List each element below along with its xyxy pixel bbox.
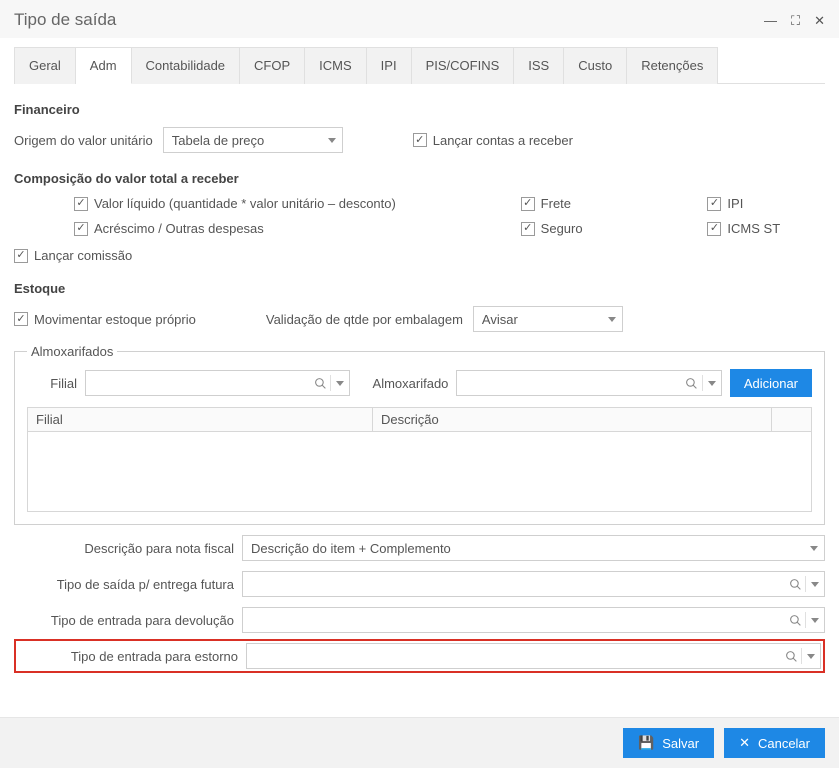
chk-ipi[interactable]: IPI (707, 196, 825, 211)
almox-legend: Almoxarifados (27, 344, 117, 359)
footer: 💾 Salvar ✕ Cancelar (0, 717, 839, 768)
chk-label: Acréscimo / Outras despesas (94, 221, 264, 236)
th-actions (772, 408, 812, 432)
chk-label: Valor líquido (quantidade * valor unitár… (94, 196, 396, 211)
add-button[interactable]: Adicionar (730, 369, 812, 397)
chk-label: Movimentar estoque próprio (34, 312, 196, 327)
titlebar: Tipo de saída — ⛶ ✕ (0, 0, 839, 38)
tab-iss[interactable]: ISS (514, 47, 564, 84)
chk-valor-liquido[interactable]: Valor líquido (quantidade * valor unitár… (74, 196, 441, 211)
chk-label: Lançar comissão (34, 248, 132, 263)
th-descricao[interactable]: Descrição (372, 408, 771, 432)
almox-label: Almoxarifado (358, 376, 448, 391)
valid-embalagem-value: Avisar (482, 312, 518, 327)
check-icon (74, 222, 88, 236)
filial-label: Filial (27, 376, 77, 391)
save-icon: 💾 (638, 735, 654, 751)
almox-table: Filial Descrição (27, 407, 812, 432)
tab-ipi[interactable]: IPI (367, 47, 412, 84)
valid-embalagem-select[interactable]: Avisar (473, 306, 623, 332)
chk-acrescimo[interactable]: Acréscimo / Outras despesas (74, 221, 441, 236)
chk-movimentar-estoque[interactable]: Movimentar estoque próprio (14, 312, 196, 327)
almox-input[interactable] (457, 371, 681, 395)
check-icon (14, 312, 28, 326)
check-icon (14, 249, 28, 263)
chk-frete[interactable]: Frete (521, 196, 628, 211)
cancel-label: Cancelar (758, 736, 810, 751)
entrada-estorno-input[interactable] (247, 644, 781, 668)
chevron-down-icon[interactable] (802, 654, 820, 659)
lancar-contas-checkbox[interactable]: Lançar contas a receber (413, 133, 573, 148)
tab-contabilidade[interactable]: Contabilidade (132, 47, 241, 84)
tab-pis-cofins[interactable]: PIS/COFINS (412, 47, 515, 84)
origem-value: Tabela de preço (172, 133, 265, 148)
check-icon (413, 133, 427, 147)
saida-futura-label: Tipo de saída p/ entrega futura (14, 577, 234, 592)
entrada-devolucao-label: Tipo de entrada para devolução (14, 613, 234, 628)
chk-label: IPI (727, 196, 743, 211)
chevron-down-icon[interactable] (703, 381, 721, 386)
lancar-contas-label: Lançar contas a receber (433, 133, 573, 148)
th-filial[interactable]: Filial (28, 408, 373, 432)
tab-icms[interactable]: ICMS (305, 47, 367, 84)
entrada-estorno-combo[interactable] (246, 643, 821, 669)
desc-nf-select[interactable]: Descrição do item + Complemento (242, 535, 825, 561)
section-financeiro: Financeiro (14, 102, 825, 117)
chk-label: ICMS ST (727, 221, 780, 236)
chevron-down-icon[interactable] (806, 582, 824, 587)
check-icon (707, 222, 721, 236)
check-icon (707, 197, 721, 211)
chevron-down-icon (608, 317, 616, 322)
desc-nf-value: Descrição do item + Complemento (251, 541, 451, 556)
saida-futura-input[interactable] (243, 572, 785, 596)
entrada-devolucao-combo[interactable] (242, 607, 825, 633)
close-icon: ✕ (739, 735, 750, 751)
save-label: Salvar (662, 736, 699, 751)
desc-nf-label: Descrição para nota fiscal (14, 541, 234, 556)
entrada-devolucao-input[interactable] (243, 608, 785, 632)
cancel-button[interactable]: ✕ Cancelar (724, 728, 825, 758)
search-icon[interactable] (682, 377, 702, 390)
maximize-icon[interactable]: ⛶ (791, 14, 800, 27)
chk-label: Seguro (541, 221, 583, 236)
search-icon[interactable] (785, 614, 805, 627)
chk-label: Frete (541, 196, 571, 211)
filial-input[interactable] (86, 371, 310, 395)
tab-custo[interactable]: Custo (564, 47, 627, 84)
minimize-icon[interactable]: — (764, 14, 777, 27)
table-body-empty (27, 432, 812, 512)
chk-seguro[interactable]: Seguro (521, 221, 628, 236)
section-composicao: Composição do valor total a receber (14, 171, 825, 186)
tab-cfop[interactable]: CFOP (240, 47, 305, 84)
chk-icms-st[interactable]: ICMS ST (707, 221, 825, 236)
origem-label: Origem do valor unitário (14, 133, 153, 148)
valid-embalagem-label: Validação de qtde por embalagem (266, 312, 463, 327)
window-title: Tipo de saída (14, 10, 116, 30)
chevron-down-icon[interactable] (331, 381, 349, 386)
chevron-down-icon (328, 138, 336, 143)
tabs: GeralAdmContabilidadeCFOPICMSIPIPIS/COFI… (14, 46, 825, 84)
search-icon[interactable] (785, 578, 805, 591)
search-icon[interactable] (310, 377, 330, 390)
chk-lancar-comissao[interactable]: Lançar comissão (14, 248, 132, 263)
check-icon (521, 222, 535, 236)
save-button[interactable]: 💾 Salvar (623, 728, 714, 758)
chevron-down-icon (810, 546, 818, 551)
filial-combo[interactable] (85, 370, 350, 396)
chevron-down-icon[interactable] (806, 618, 824, 623)
close-icon[interactable]: ✕ (814, 14, 825, 27)
almox-combo[interactable] (456, 370, 721, 396)
tab-geral[interactable]: Geral (14, 47, 76, 84)
origem-select[interactable]: Tabela de preço (163, 127, 343, 153)
section-estoque: Estoque (14, 281, 825, 296)
saida-futura-combo[interactable] (242, 571, 825, 597)
check-icon (521, 197, 535, 211)
highlight-box: Tipo de entrada para estorno (14, 639, 825, 673)
entrada-estorno-label: Tipo de entrada para estorno (18, 649, 238, 664)
check-icon (74, 197, 88, 211)
search-icon[interactable] (781, 650, 801, 663)
tab-reten-es[interactable]: Retenções (627, 47, 718, 84)
tab-adm[interactable]: Adm (76, 47, 132, 84)
almox-fieldset: Almoxarifados Filial Almoxarifado Adicio… (14, 344, 825, 525)
